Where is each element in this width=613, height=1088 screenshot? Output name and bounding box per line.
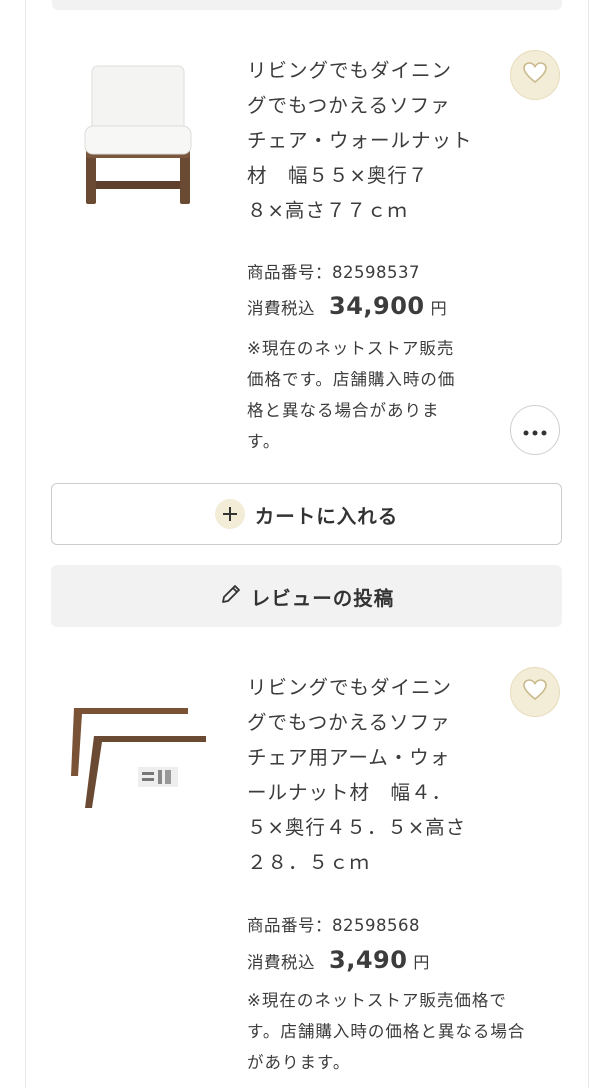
previous-section-edge: [52, 0, 562, 10]
price-unit: 円: [430, 299, 447, 318]
favorite-button[interactable]: [510, 50, 560, 100]
pencil-icon: [219, 582, 243, 610]
product-number: 商品番号：82598568: [247, 916, 420, 935]
product-number: 商品番号：82598537: [247, 263, 420, 282]
price-value: 34,900: [329, 292, 425, 320]
price-label: 消費税込: [247, 299, 315, 318]
price-unit: 円: [413, 953, 430, 972]
heart-icon: [523, 679, 547, 705]
favorite-button[interactable]: [510, 667, 560, 717]
write-review-button[interactable]: レビューの投稿: [51, 565, 562, 627]
price-row: 消費税込 3,490 円: [247, 946, 429, 974]
heart-icon: [523, 62, 547, 88]
price-label: 消費税込: [247, 953, 315, 972]
plus-icon: [214, 499, 245, 529]
write-review-label: レビューの投稿: [250, 586, 395, 610]
more-button[interactable]: [510, 405, 560, 455]
price-value: 3,490: [329, 946, 408, 974]
price-note: ※現在のネットストア販売 価格です。店舗購入時の価 格と異なる場合がありま す。: [247, 339, 456, 451]
price-row: 消費税込 34,900 円: [247, 292, 447, 320]
add-to-cart-button[interactable]: カートに入れる: [51, 483, 562, 545]
product-title[interactable]: リビングでもダイニン グでもつかえるソファ チェア用アーム・ウォ ールナット材 …: [247, 670, 487, 880]
more-horizontal-icon: [523, 421, 547, 440]
product-image[interactable]: [58, 700, 220, 820]
product-image[interactable]: [58, 60, 220, 210]
price-note: ※現在のネットストア販売価格で す。店舗購入時の価格と異なる場合 があります。: [247, 991, 526, 1072]
product-title[interactable]: リビングでもダイニン グでもつかえるソファ チェア・ウォールナット 材 幅５５×…: [247, 53, 487, 228]
add-to-cart-label: カートに入れる: [254, 504, 399, 528]
